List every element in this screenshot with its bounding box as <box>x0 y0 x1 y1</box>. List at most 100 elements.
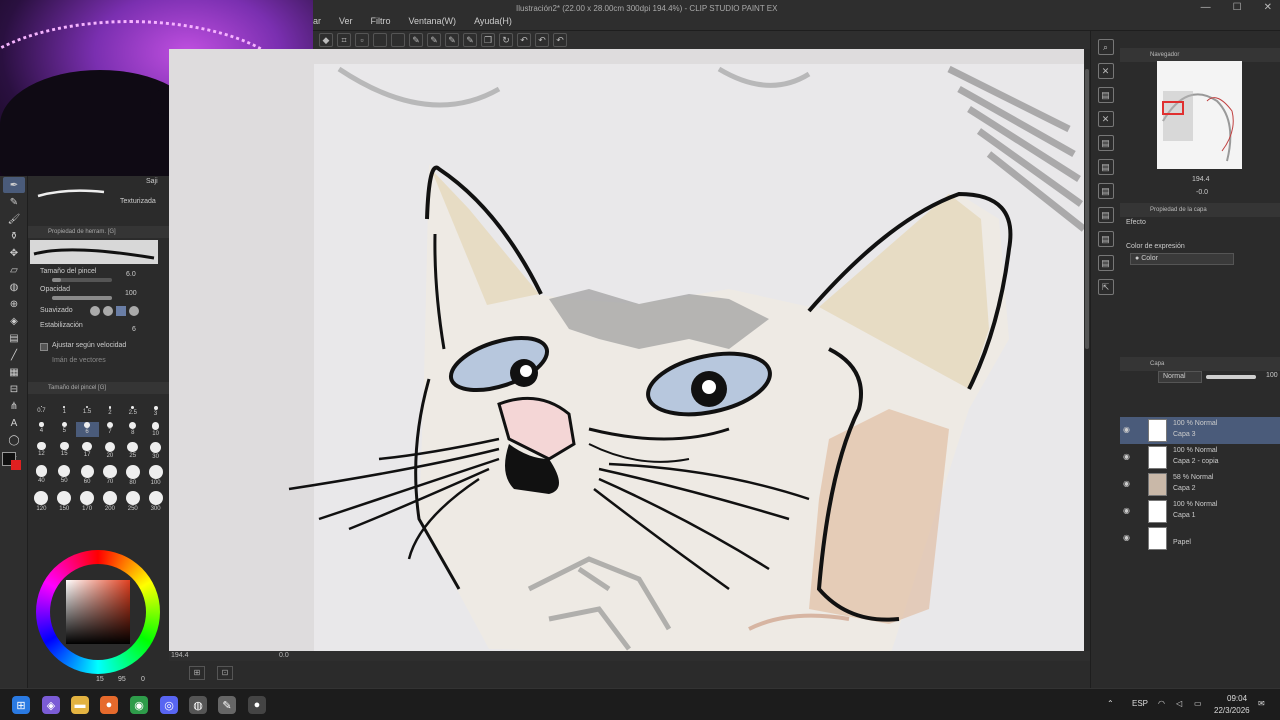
brush-size-preset[interactable]: 2 <box>99 406 122 417</box>
smoothing-option[interactable] <box>90 306 100 316</box>
blank-icon[interactable] <box>391 33 405 47</box>
scrollbar-thumb[interactable] <box>1085 69 1089 349</box>
brush-size-value[interactable]: 6.0 <box>126 271 136 278</box>
brush-size-preset[interactable]: 60 <box>76 464 99 486</box>
pencil-tool-icon[interactable]: ✎ <box>3 194 25 210</box>
discord-icon[interactable]: ◎ <box>160 696 178 714</box>
navigator-zoom-value[interactable]: 194.4 <box>1192 176 1210 183</box>
brush-size-preset[interactable]: 1 <box>53 406 76 417</box>
gradient-tool-icon[interactable]: ▤ <box>3 330 25 346</box>
brush-size-preset[interactable]: 6 <box>75 422 99 437</box>
opacity-value[interactable]: 100 <box>125 290 137 297</box>
menu-filter[interactable]: Filtro <box>371 16 391 26</box>
blend-mode-dropdown[interactable]: Normal <box>1158 371 1202 383</box>
vector-tool-icon[interactable]: ⋔ <box>3 398 25 414</box>
line-tool-icon[interactable]: ╱ <box>3 347 25 363</box>
stabilization-value[interactable]: 6 <box>132 326 136 333</box>
pen-icon[interactable]: ✎ <box>445 33 459 47</box>
brush-size-preset[interactable]: 2.5 <box>121 406 144 417</box>
folder-icon[interactable]: ▬ <box>71 696 89 714</box>
brush-tool-icon[interactable]: 🖌 <box>3 211 25 227</box>
menu-view[interactable]: Ver <box>339 16 353 26</box>
rotation-readout[interactable]: 0.0 <box>279 652 289 659</box>
pen-icon[interactable]: ✎ <box>463 33 477 47</box>
panel-icon[interactable]: ▤ <box>1097 207 1114 223</box>
fill-icon[interactable]: ◆ <box>319 33 333 47</box>
blend-tool-icon[interactable]: ◍ <box>3 279 25 295</box>
language-indicator[interactable]: ESP <box>1132 699 1148 708</box>
eye-icon[interactable]: ◉ <box>1123 452 1130 461</box>
chrome-icon[interactable]: ◉ <box>130 696 148 714</box>
close-icon[interactable]: ✕ <box>1097 63 1114 79</box>
brush-size-preset[interactable]: 150 <box>53 490 76 512</box>
brush-size-preset[interactable]: 12 <box>30 441 53 460</box>
eye-icon[interactable]: ◉ <box>1123 533 1130 542</box>
brush-size-preset[interactable]: 25 <box>121 441 144 460</box>
brush-size-preset[interactable]: 7 <box>99 422 122 437</box>
brush-size-preset[interactable]: 15 <box>53 441 76 460</box>
layer-opacity-value[interactable]: 100 <box>1266 372 1278 379</box>
menu-help[interactable]: Ayuda(H) <box>474 16 512 26</box>
brush-size-preset[interactable]: 20 <box>99 441 122 460</box>
undo-icon[interactable]: ↶ <box>517 33 531 47</box>
start-icon[interactable]: ⊞ <box>12 696 30 714</box>
lasso-tool-icon[interactable]: ◯ <box>3 432 25 448</box>
background-color-swatch[interactable] <box>11 460 21 470</box>
close-button[interactable]: ✕ <box>1264 2 1272 13</box>
copy-icon[interactable]: ❐ <box>481 33 495 47</box>
brush-size-preset[interactable]: 1.5 <box>76 406 99 417</box>
layer-row[interactable]: ◉ 100 % Normal Capa 2 - copia <box>1120 444 1280 471</box>
brush-size-preset[interactable]: 100 <box>144 464 167 486</box>
fit-view-icon[interactable]: ⊡ <box>217 666 233 680</box>
maximize-button[interactable]: ☐ <box>1233 2 1242 13</box>
navigator-thumbnail[interactable] <box>1157 61 1242 169</box>
smoothing-option-selected[interactable] <box>116 306 126 316</box>
text-tool-icon[interactable]: A <box>3 415 25 431</box>
brush-size-slider[interactable] <box>52 278 112 282</box>
clock-time[interactable]: 09:04 <box>1227 694 1247 703</box>
brush-name[interactable]: Texturizada <box>120 198 156 205</box>
smoothing-option[interactable] <box>129 306 139 316</box>
globe-tool-icon[interactable]: ⊕ <box>3 296 25 312</box>
crop-icon[interactable]: ⌗ <box>337 33 351 47</box>
pen-icon[interactable]: ✎ <box>409 33 423 47</box>
brush-size-preset[interactable]: 40 <box>30 464 53 486</box>
menu-window[interactable]: Ventana(W) <box>409 16 457 26</box>
wifi-icon[interactable]: ◠ <box>1158 699 1165 708</box>
brush-size-preset[interactable]: 120 <box>30 490 53 512</box>
panel-icon[interactable]: ▤ <box>1097 183 1114 199</box>
panel-icon[interactable]: ▤ <box>1097 231 1114 247</box>
layer-row[interactable]: ◉ 58 % Normal Capa 2 <box>1120 471 1280 498</box>
brush-size-preset[interactable]: 200 <box>99 490 122 512</box>
eye-icon[interactable]: ◉ <box>1123 506 1130 515</box>
panel-icon[interactable]: ▤ <box>1097 159 1114 175</box>
panel-icon[interactable]: ▤ <box>1097 135 1114 151</box>
brush-size-preset[interactable]: 170 <box>76 490 99 512</box>
airbrush-tool-icon[interactable]: ⚱ <box>3 228 25 244</box>
brush-size-preset[interactable]: 8 <box>121 422 144 437</box>
close-icon[interactable]: ✕ <box>1097 111 1114 127</box>
eraser-tool-icon[interactable]: ▱ <box>3 262 25 278</box>
undo-icon[interactable]: ↶ <box>535 33 549 47</box>
navigator-toggle-icon[interactable]: ⊞ <box>189 666 205 680</box>
undo-icon[interactable]: ↶ <box>553 33 567 47</box>
layer-row[interactable]: ◉ 100 % Normal Capa 3 <box>1120 417 1280 444</box>
move-tool-icon[interactable]: ✥ <box>3 245 25 261</box>
firefox-icon[interactable]: ● <box>100 696 118 714</box>
brush-size-preset[interactable]: 30 <box>144 441 167 460</box>
navigator-viewport-rect[interactable] <box>1162 101 1184 115</box>
brush-size-preset[interactable]: 17 <box>76 441 99 460</box>
frame-tool-icon[interactable]: ▦ <box>3 364 25 380</box>
minimize-button[interactable]: — <box>1201 2 1211 13</box>
layer-row[interactable]: ◉ Papel <box>1120 525 1280 552</box>
brush-size-preset[interactable]: 250 <box>121 490 144 512</box>
rotate-icon[interactable]: ↻ <box>499 33 513 47</box>
eye-icon[interactable]: ◉ <box>1123 425 1130 434</box>
fill-tool-icon[interactable]: ◈ <box>3 313 25 329</box>
panel-icon[interactable]: ▤ <box>1097 255 1114 271</box>
pen-tool-icon[interactable]: ✒ <box>3 177 25 193</box>
brush-size-preset[interactable]: 300 <box>144 490 167 512</box>
clip-studio-icon[interactable]: ✎ <box>218 696 236 714</box>
clock-date[interactable]: 22/3/2026 <box>1214 706 1250 715</box>
search-icon[interactable]: ⌕ <box>1097 39 1114 55</box>
